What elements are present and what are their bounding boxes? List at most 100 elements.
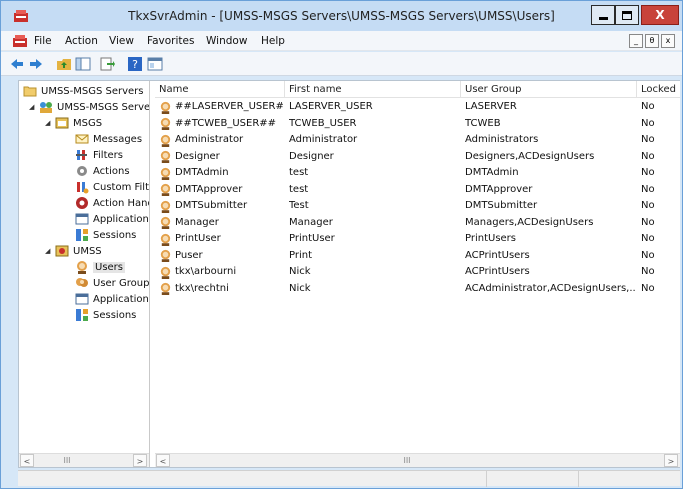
menu-view[interactable]: View — [109, 35, 134, 47]
tree-label: Filters — [93, 149, 123, 161]
tree-server-node[interactable]: UMSS-MSGS Server — [39, 99, 150, 115]
tree-label: Application — [93, 213, 149, 225]
tree-messages-node[interactable]: Messages — [75, 131, 142, 147]
tree-label: Actions — [93, 165, 130, 177]
table-row[interactable]: ##TCWEB_USER## TCWEB_USER TCWEB No — [155, 116, 680, 132]
cell-text: Puser — [175, 249, 203, 261]
maximize-icon — [622, 10, 632, 20]
status-divider — [486, 471, 487, 487]
cell-first-name: test — [289, 167, 309, 178]
cell-text: ##TCWEB_USER## — [175, 117, 277, 129]
export-list-icon[interactable] — [99, 56, 115, 72]
tree-umss-node[interactable]: UMSS — [55, 243, 102, 259]
column-header-name[interactable]: Name — [155, 81, 285, 98]
scroll-left-button[interactable]: < — [156, 454, 170, 467]
table-row[interactable]: DMTAdmin test DMTAdmin No — [155, 165, 680, 181]
menu-favorites[interactable]: Favorites — [147, 35, 194, 47]
cell-locked: No — [641, 117, 655, 129]
menu-window[interactable]: Window — [206, 35, 247, 47]
tree-root-node[interactable]: UMSS-MSGS Servers — [23, 83, 144, 99]
tree-action-handlers-node[interactable]: Action Hand — [75, 195, 149, 211]
tree-sessions-node[interactable]: Sessions — [75, 227, 136, 243]
application-window-icon — [75, 293, 89, 305]
tree-label: UMSS-MSGS Server — [57, 101, 150, 113]
up-folder-icon[interactable] — [56, 56, 72, 72]
properties-icon[interactable] — [147, 56, 163, 72]
column-header-locked[interactable]: Locked — [637, 81, 680, 98]
user-icon — [160, 150, 171, 163]
cell-locked: No — [641, 150, 655, 162]
tree-pane[interactable]: UMSS-MSGS Servers ◢ UMSS-MSGS Server ◢ M… — [19, 81, 150, 467]
tree-umss-sessions-node[interactable]: Sessions — [75, 307, 136, 323]
column-header-first-name[interactable]: First name — [285, 81, 461, 98]
cell-name: DMTSubmitter — [159, 198, 283, 214]
user-icon — [77, 261, 87, 274]
cell-first-name: Nick — [289, 282, 311, 294]
table-row[interactable]: ##LASERVER_USER## LASERVER_USER LASERVER No — [155, 99, 680, 115]
tree-umss-applications-node[interactable]: Application — [75, 291, 149, 307]
cell-first-name: LASERVER_USER — [289, 101, 373, 112]
user-icon — [160, 200, 171, 213]
menu-help[interactable]: Help — [261, 35, 285, 47]
tree-label: Messages — [93, 133, 143, 145]
tree-label: UMSS — [73, 245, 102, 257]
cell-text: Administrator — [175, 134, 244, 145]
title-bar[interactable]: TkxSvrAdmin - [UMSS-MSGS Servers\UMSS-MS… — [1, 1, 682, 31]
cell-name: Manager — [159, 215, 283, 231]
cell-first-name: PrintUser — [289, 233, 335, 244]
scroll-thumb[interactable]: III — [395, 456, 419, 465]
collapse-arrow-icon[interactable]: ◢ — [45, 119, 50, 127]
table-row[interactable]: DMTSubmitter Test DMTSubmitter No — [155, 198, 680, 214]
app-menu-icon[interactable] — [13, 35, 27, 47]
tree-actions-node[interactable]: Actions — [75, 163, 130, 179]
users-list-pane[interactable]: Name First name User Group Locked ##LASE… — [155, 81, 680, 467]
scroll-right-button[interactable]: > — [664, 454, 678, 467]
tree-label: Sessions — [93, 309, 137, 321]
minimize-button[interactable] — [591, 5, 615, 25]
menu-file[interactable]: File — [34, 35, 52, 47]
table-row[interactable]: Designer Designer Designers,ACDesignUsers N… — [155, 149, 680, 165]
cell-name: Puser — [159, 248, 283, 264]
menu-action[interactable]: Action — [65, 35, 98, 47]
user-icon — [160, 266, 171, 279]
mdi-minimize-button[interactable]: _ — [629, 34, 643, 48]
table-row[interactable]: tkx\arbourni Nick ACPrintUsers No — [155, 264, 680, 280]
scroll-thumb[interactable]: III — [57, 456, 77, 465]
tree-msgs-node[interactable]: MSGS — [55, 115, 102, 131]
table-row[interactable]: PrintUser PrintUser PrintUsers No — [155, 231, 680, 247]
user-icon — [160, 101, 171, 114]
table-row[interactable]: DMTApprover test DMTApprover No — [155, 182, 680, 198]
user-icon — [160, 216, 171, 229]
scroll-left-button[interactable]: < — [20, 454, 34, 467]
tree-custom-filters-node[interactable]: Custom Filte — [75, 179, 149, 195]
gear-icon — [77, 166, 87, 176]
table-row[interactable]: Manager Manager Managers,ACDesignUsers No — [155, 215, 680, 231]
cell-locked: No — [641, 167, 655, 178]
cell-user-group: Managers,ACDesignUsers — [465, 216, 594, 228]
action-handler-icon — [76, 197, 88, 209]
scroll-right-button[interactable]: > — [133, 454, 147, 467]
table-row[interactable]: Puser Print ACPrintUsers No — [155, 248, 680, 264]
tree-applications-node[interactable]: Application — [75, 211, 149, 227]
collapse-arrow-icon[interactable]: ◢ — [45, 247, 50, 255]
folder-icon — [23, 86, 37, 97]
help-icon[interactable]: ? — [127, 56, 143, 72]
tree-filters-node[interactable]: Filters — [75, 147, 123, 163]
table-row[interactable]: tkx\rechtni Nick ACAdministrator,ACDesignU… — [155, 281, 680, 297]
mdi-restore-button[interactable]: θ — [645, 34, 659, 48]
tree-horizontal-scrollbar[interactable]: < III > — [19, 453, 149, 467]
maximize-button[interactable] — [615, 5, 639, 25]
mdi-close-button[interactable]: x — [661, 34, 675, 48]
tree-users-node[interactable]: Users — [75, 259, 126, 275]
envelope-icon — [75, 134, 89, 144]
table-row[interactable]: Administrator Administrator Administrators… — [155, 132, 680, 148]
column-header-user-group[interactable]: User Group — [461, 81, 637, 98]
tree-user-groups-node[interactable]: User Groups — [75, 275, 149, 291]
show-hide-tree-icon[interactable] — [75, 56, 91, 72]
back-arrow-icon[interactable] — [9, 56, 25, 72]
tree-label: Users — [93, 261, 126, 273]
close-button[interactable]: X — [641, 5, 679, 25]
collapse-arrow-icon[interactable]: ◢ — [29, 103, 34, 111]
list-horizontal-scrollbar[interactable]: < III > — [155, 453, 680, 467]
forward-arrow-icon[interactable] — [28, 56, 44, 72]
